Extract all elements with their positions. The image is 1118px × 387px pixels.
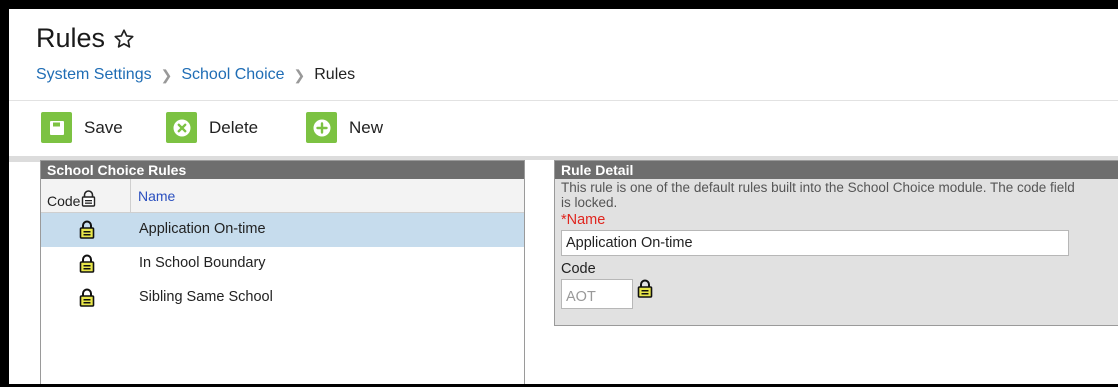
rule-detail-panel: Rule Detail This rule is one of the defa…	[554, 160, 1118, 326]
panel-gap	[525, 160, 554, 384]
rule-name: Sibling Same School	[139, 289, 273, 305]
code-column-label: Code	[47, 193, 81, 209]
breadcrumb-rules: Rules	[314, 66, 356, 83]
rules-list-panel: School Choice Rules Code Name Applicatio…	[40, 160, 525, 384]
table-row[interactable]: Application On-time	[41, 213, 524, 247]
rule-detail-title: Rule Detail	[555, 161, 1118, 179]
code-column-header[interactable]: Code	[47, 190, 96, 209]
breadcrumb-school-choice[interactable]: School Choice	[181, 66, 284, 84]
title-row: Rules	[36, 23, 135, 54]
delete-button[interactable]: Delete	[166, 112, 258, 143]
code-field-label: Code	[561, 261, 596, 277]
save-button[interactable]: Save	[41, 112, 123, 143]
rule-name: In School Boundary	[139, 255, 266, 271]
save-icon	[41, 112, 72, 143]
lock-icon	[79, 220, 95, 239]
delete-label: Delete	[209, 117, 259, 137]
new-label: New	[349, 117, 384, 137]
plus-icon	[306, 112, 337, 143]
breadcrumb-system-settings[interactable]: System Settings	[36, 66, 152, 84]
star-icon[interactable]	[113, 28, 135, 50]
lock-icon	[79, 254, 95, 273]
rules-panel-title: School Choice Rules	[41, 161, 524, 179]
chevron-right-icon: ❯	[293, 66, 306, 83]
table-row[interactable]: Sibling Same School	[41, 281, 524, 315]
toolbar: Save Delete New	[9, 101, 1118, 156]
name-column-header[interactable]: Name	[138, 188, 175, 204]
locked-rule-note: This rule is one of the default rules bu…	[561, 180, 1075, 210]
table-row[interactable]: In School Boundary	[41, 247, 524, 281]
code-field	[561, 279, 633, 309]
page-header: Rules System Settings ❯ School Choice ❯ …	[9, 9, 1118, 101]
new-button[interactable]: New	[306, 112, 383, 143]
rule-name: Application On-time	[139, 221, 266, 237]
breadcrumb: System Settings ❯ School Choice ❯ Rules	[36, 66, 355, 84]
rules-table-header: Code Name	[41, 179, 524, 213]
name-field-label: *Name	[561, 212, 606, 228]
name-field[interactable]	[561, 230, 1069, 256]
delete-icon	[166, 112, 197, 143]
lock-icon	[637, 279, 653, 298]
save-label: Save	[84, 117, 123, 137]
chevron-right-icon: ❯	[160, 66, 173, 83]
lock-outline-icon	[82, 190, 96, 207]
code-field-row	[561, 279, 1118, 309]
lock-icon	[79, 288, 95, 307]
window-frame-top	[0, 0, 1118, 9]
page-title: Rules	[36, 23, 106, 53]
window-frame-left	[0, 0, 9, 387]
column-divider	[130, 179, 131, 212]
